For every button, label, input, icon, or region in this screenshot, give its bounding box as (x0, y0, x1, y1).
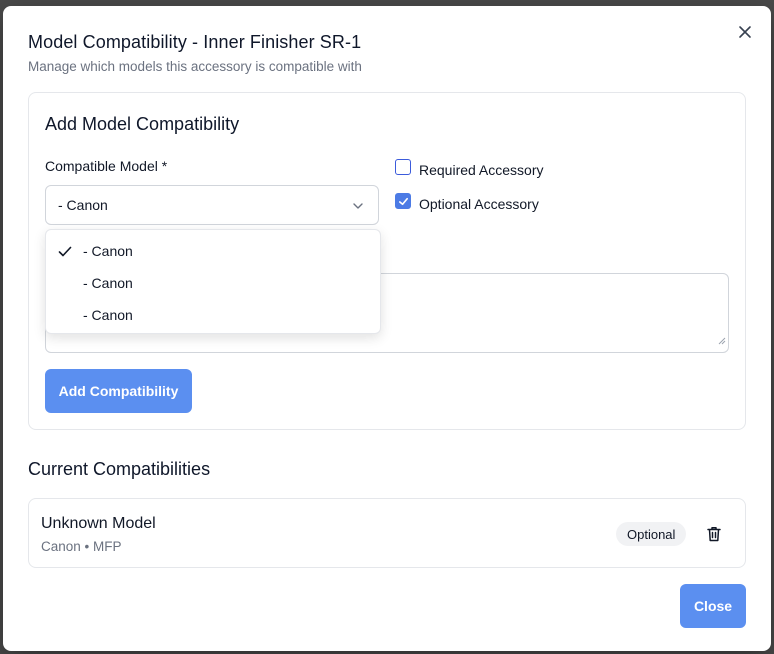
compatibility-model-name: Unknown Model (41, 515, 156, 532)
model-option-label: - Canon (83, 275, 133, 291)
model-option[interactable]: - Canon (46, 267, 380, 299)
close-icon[interactable] (735, 22, 755, 42)
optional-accessory-checkbox[interactable] (395, 193, 411, 209)
add-section-title: Add Model Compatibility (45, 114, 240, 134)
close-button[interactable]: Close (680, 584, 746, 628)
optional-accessory-label: Optional Accessory (419, 196, 539, 212)
model-option[interactable]: - Canon (46, 299, 380, 331)
trash-icon[interactable] (703, 523, 725, 545)
resize-handle-icon[interactable] (718, 332, 726, 350)
required-accessory-toggle[interactable]: Required Accessory (395, 156, 544, 178)
dialog-title: Model Compatibility - Inner Finisher SR-… (28, 32, 362, 52)
compatible-model-label: Compatible Model * (45, 158, 168, 174)
selected-model-value: - Canon (58, 197, 108, 213)
compatibility-list-item: Unknown Model Canon • MFP Optional (28, 498, 746, 568)
dialog-subtitle: Manage which models this accessory is co… (28, 59, 362, 74)
model-option[interactable]: - Canon (46, 235, 380, 267)
model-option-label: - Canon (83, 243, 133, 259)
required-accessory-label: Required Accessory (419, 162, 544, 178)
current-compatibilities-title: Current Compatibilities (28, 459, 211, 479)
model-option-label: - Canon (83, 307, 133, 323)
add-compatibility-button[interactable]: Add Compatibility (45, 369, 192, 413)
status-badge: Optional (616, 522, 687, 546)
required-accessory-checkbox[interactable] (395, 159, 411, 175)
compatibility-model-meta: Canon • MFP (41, 539, 122, 554)
model-dropdown-menu: - Canon - Canon - Canon (45, 229, 381, 334)
chevron-down-icon (352, 199, 364, 215)
compatible-model-select[interactable]: - Canon (45, 185, 379, 225)
check-icon (398, 197, 408, 205)
check-icon (58, 245, 72, 261)
optional-accessory-toggle[interactable]: Optional Accessory (395, 190, 539, 212)
